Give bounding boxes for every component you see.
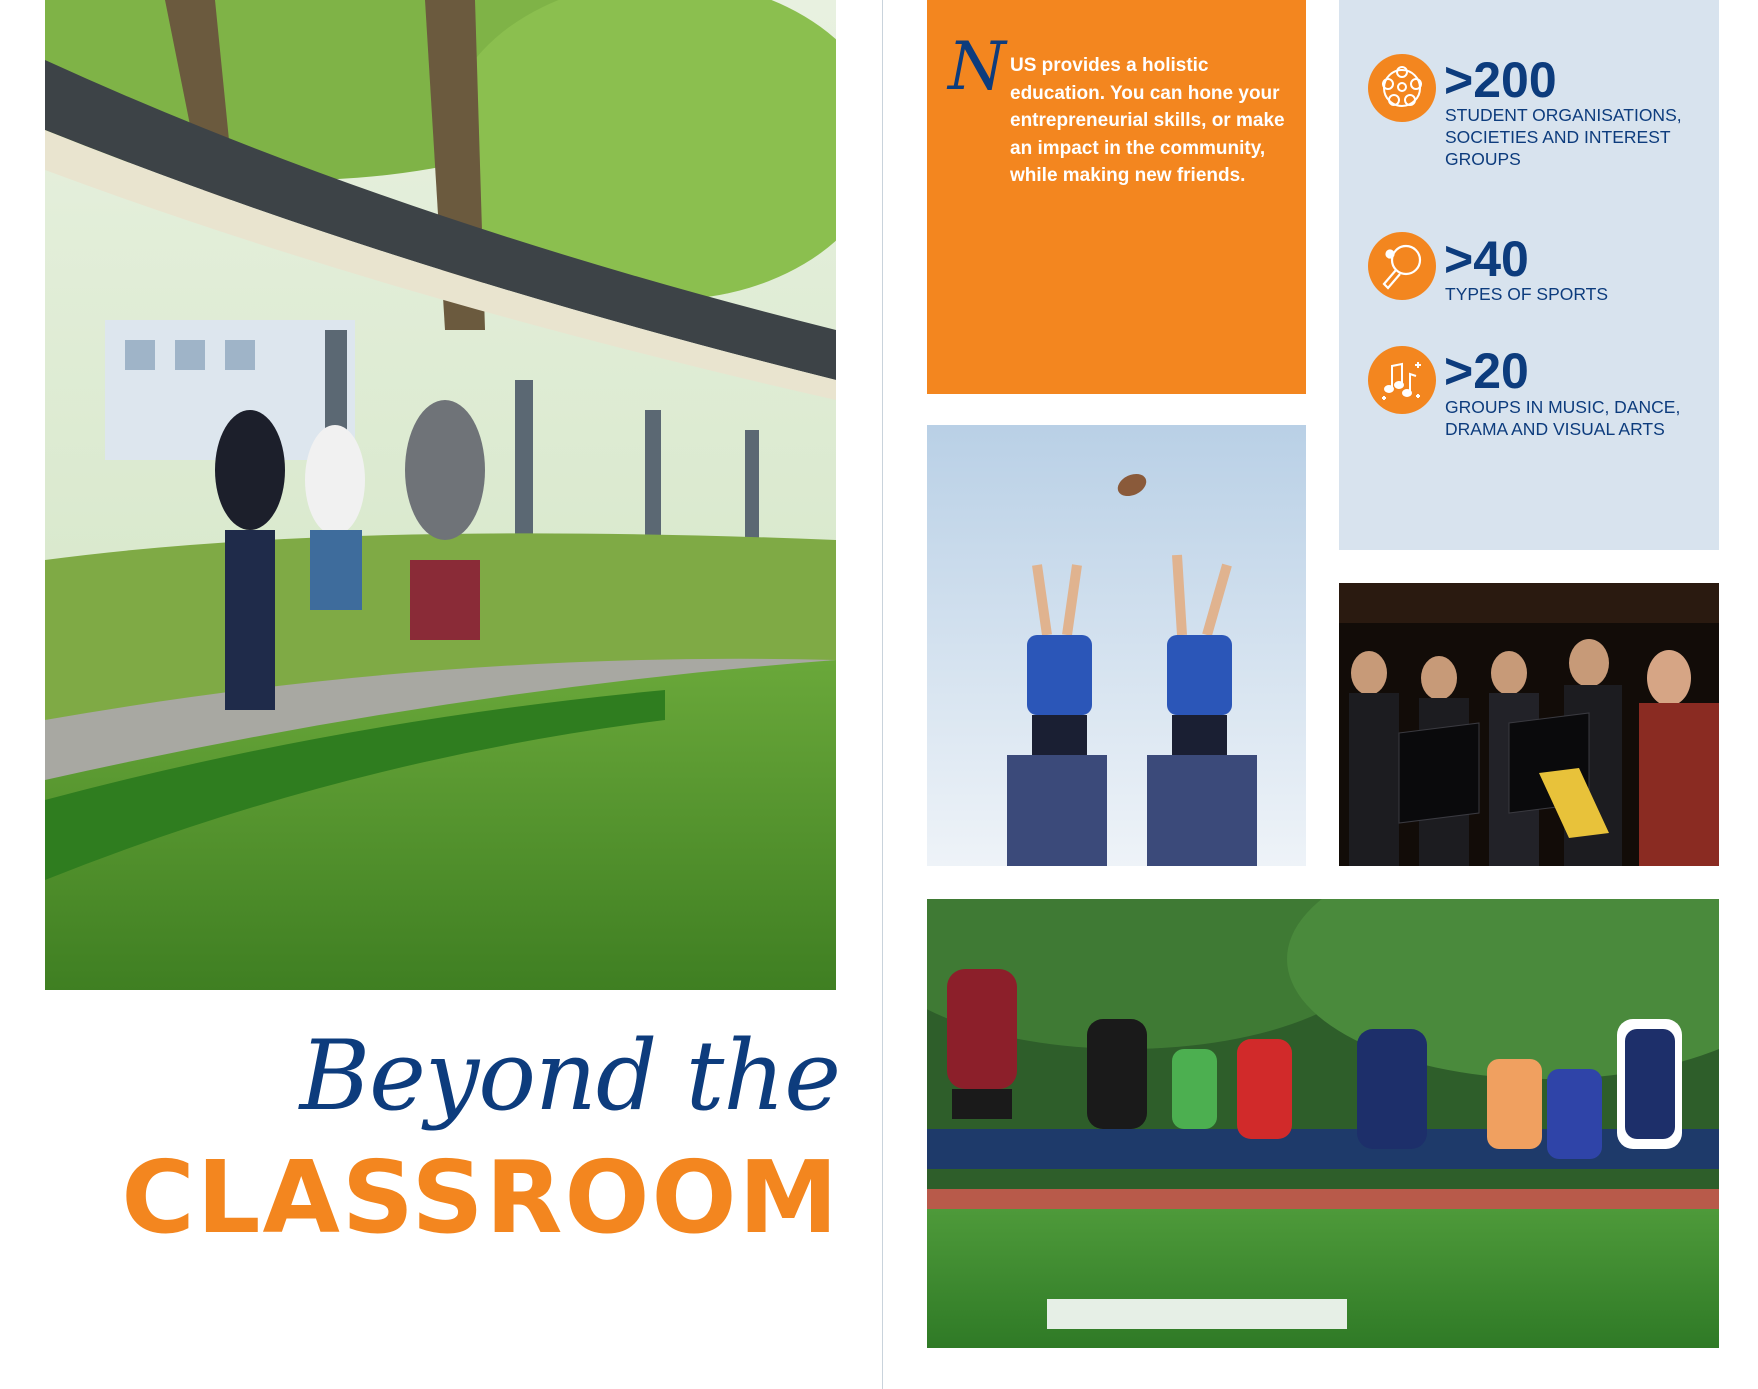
intro-text: US provides a holistic education. You ca… — [1010, 55, 1285, 186]
stat-label: GROUPS IN MUSIC, DANCE, DRAMA AND VISUAL… — [1445, 397, 1681, 439]
stat-value: >200 — [1444, 52, 1557, 108]
intro-dropcap: N — [948, 28, 1006, 105]
title-script-line: Beyond the — [299, 1020, 841, 1132]
music-notes-icon — [1368, 346, 1436, 414]
ping-pong-paddle-icon — [1368, 232, 1436, 300]
stat-label: STUDENT ORGANISATIONS, SOCIETIES AND INT… — [1445, 105, 1682, 169]
people-network-icon — [1368, 54, 1436, 122]
stat-label: TYPES OF SPORTS — [1445, 284, 1609, 304]
page-divider — [882, 0, 883, 1389]
stat-value: >40 — [1444, 231, 1529, 287]
track-runners-photo — [927, 899, 1719, 1348]
stat-value: >20 — [1444, 343, 1529, 399]
campus-walkway-photo — [45, 0, 836, 990]
music-ensemble-photo — [1339, 583, 1719, 866]
title-main-line: CLASSROOM — [121, 1139, 840, 1256]
rugby-lineout-photo — [927, 425, 1306, 866]
